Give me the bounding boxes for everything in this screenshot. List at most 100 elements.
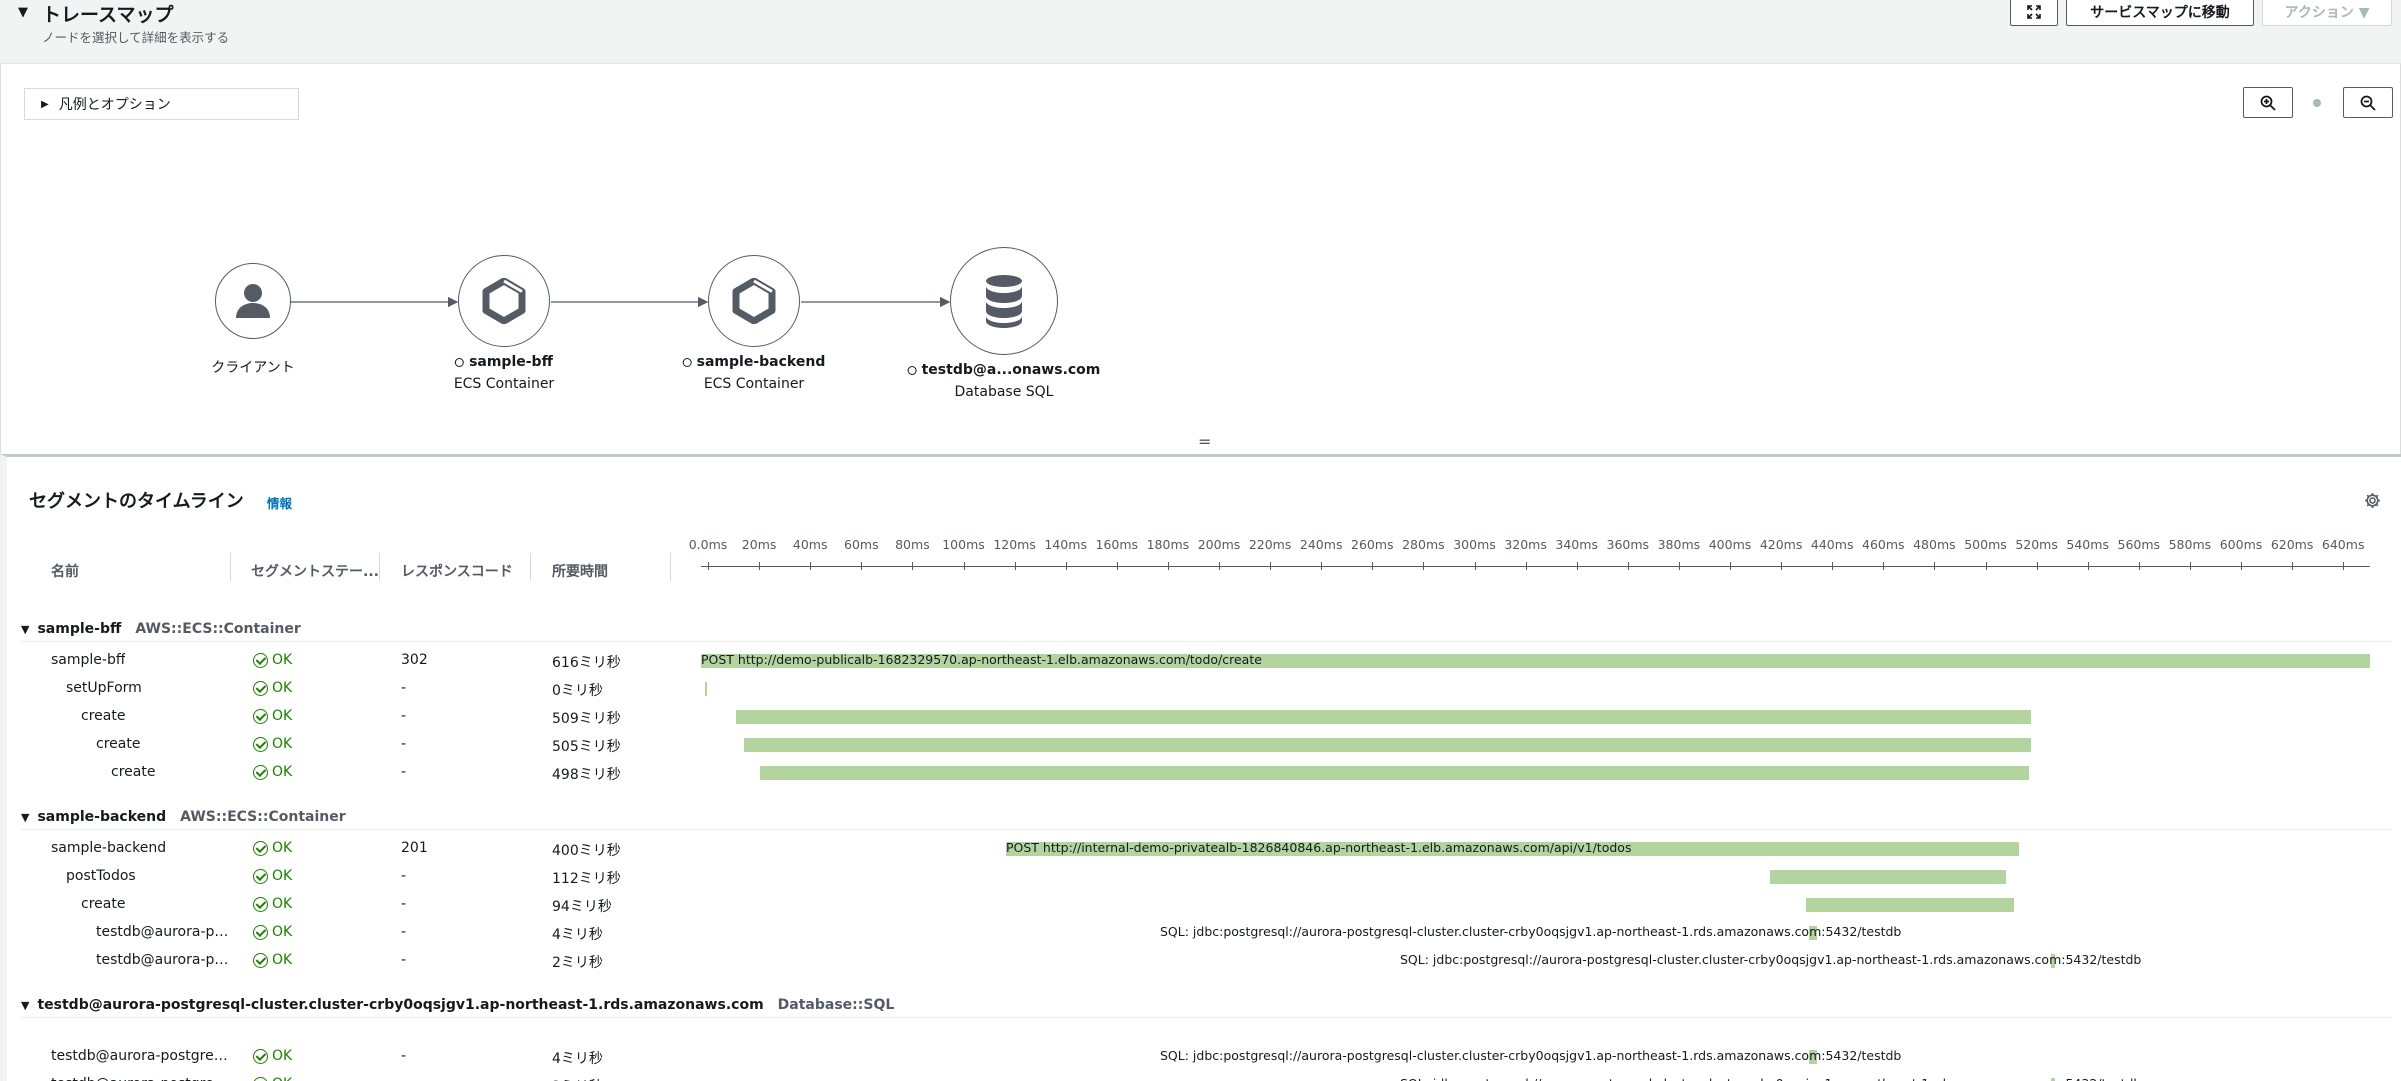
node-database-name: testdb@a...onaws.com [921,362,1101,378]
axis-tick-label: 520ms [2015,537,2058,552]
actions-dropdown[interactable]: アクション ▼ [2262,0,2392,26]
node-sample-bff[interactable] [458,255,550,347]
segment-duration: 2ミリ秒 [552,1076,603,1081]
axis-tick [1678,562,1680,570]
collapse-caret-icon[interactable]: ▼ [18,5,28,20]
segment-row[interactable]: create OK - 509ミリ秒 [7,704,2397,730]
column-duration[interactable]: 所要時間 [552,561,608,581]
axis-tick [2292,562,2294,570]
timeline-bar[interactable] [744,738,2031,752]
gear-icon[interactable] [2364,492,2381,509]
axis-tick [1372,562,1374,570]
check-circle-icon [253,736,268,752]
segment-status: OK [253,764,292,780]
axis-tick [1167,562,1169,570]
node-sample-backend-label: sample-backend ECS Container [682,354,825,392]
check-circle-icon [253,896,268,912]
segment-status: OK [253,840,292,856]
column-name[interactable]: 名前 [51,561,79,581]
segment-group-header[interactable]: ▼ sample-backend AWS::ECS::Container [21,807,346,827]
response-code: - [401,1048,407,1064]
axis-tick [1832,562,1834,570]
axis-tick [861,562,863,570]
axis-tick-label: 0.0ms [688,537,728,552]
status-text: OK [272,924,293,940]
response-code: - [401,764,407,780]
info-link[interactable]: 情報 [267,493,292,512]
node-database[interactable] [950,247,1058,355]
check-circle-icon [253,680,268,696]
segment-row[interactable]: testdb@aurora-po... OK - 2ミリ秒 SQL: jdbc:post… [7,948,2397,974]
node-database-type: Database SQL [954,384,1054,400]
segment-status: OK [253,736,292,752]
node-client[interactable] [215,263,291,339]
axis-tick [708,562,709,570]
axis-tick-label: 540ms [2066,537,2109,552]
segment-name: create [81,896,126,912]
fullscreen-button[interactable] [2010,0,2058,26]
timeline-bar[interactable] [736,710,2031,724]
collapse-caret-icon[interactable]: ▼ [21,811,29,824]
axis-tick-label: 420ms [1759,537,1803,552]
response-code: - [401,1076,406,1081]
axis-tick [759,562,761,570]
segment-row[interactable]: postTodos OK - 112ミリ秒 [7,864,2397,890]
segment-duration: 4ミリ秒 [552,1051,603,1067]
segment-row[interactable]: create OK - 498ミリ秒 [7,760,2397,786]
timeline-title: セグメントのタイムライン [29,491,244,512]
segment-row[interactable]: create OK - 94ミリ秒 [7,892,2397,918]
column-divider[interactable] [230,553,231,581]
segment-row[interactable]: sample-backend OK 201 400ミリ秒 POST http://int… [7,836,2397,862]
timeline-bar[interactable] [1806,898,2014,912]
column-divider[interactable] [530,553,531,581]
column-response-code[interactable]: レスポンスコード [401,561,513,581]
segment-name: sample-bff [51,652,126,668]
collapse-caret-icon[interactable]: ▼ [21,623,29,636]
axis-tick [1934,562,1936,570]
response-code: 201 [401,840,428,856]
column-divider[interactable] [670,553,671,581]
segment-row[interactable]: testdb@aurora-postgresq... OK - 4ミリ秒 SQL: jd… [7,1044,2397,1070]
axis-tick-label: 140ms [1044,537,1087,552]
axis-tick-label: 360ms [1606,537,1650,552]
column-divider[interactable] [379,553,380,581]
service-map-button[interactable]: サービスマップに移動 [2066,0,2254,26]
timeline-bar[interactable] [760,766,2029,780]
check-circle-icon [253,868,268,884]
status-text: OK [272,680,293,696]
check-circle-icon [253,764,268,780]
axis-tick [1219,562,1220,570]
column-status[interactable]: セグメントステー... [251,561,379,581]
segment-row[interactable]: testdb@aurora-po... OK - 4ミリ秒 SQL: jdbc:post… [7,920,2397,946]
segment-row[interactable]: setUpForm OK - 0ミリ秒 [7,676,2397,702]
response-code: - [401,868,407,884]
timeline-bar[interactable] [1770,870,2006,884]
segment-status: OK [253,1076,292,1081]
timeline-bar[interactable] [705,682,707,696]
status-text: OK [272,764,293,780]
segment-group-header[interactable]: ▼ sample-bff AWS::ECS::Container [21,619,301,639]
segment-status: OK [253,680,292,696]
page-subtitle: ノードを選択して詳細を表示する [42,30,230,45]
trace-map-header: ▼ トレースマップ ノードを選択して詳細を表示する サービスマップに移動 アクシ… [0,0,2401,64]
segment-row[interactable]: sample-bff OK 302 616ミリ秒 POST http://demo-pu… [7,648,2397,674]
segment-name: postTodos [66,868,136,884]
segment-row[interactable]: create OK - 505ミリ秒 [7,732,2397,758]
segment-status: OK [253,924,292,940]
axis-tick-label: 200ms [1197,537,1241,552]
segment-row[interactable]: testdb@aurora-postgresq... OK - 2ミリ秒 SQL: jd… [7,1072,2397,1081]
segment-status: OK [253,896,292,912]
axis-tick-label: 20ms [741,537,777,552]
axis-tick-label: 100ms [942,537,985,552]
axis-tick [1985,562,1987,570]
axis-tick-label: 320ms [1504,537,1547,552]
segment-group-header[interactable]: ▼ testdb@aurora-postgresql-cluster.cluste… [21,995,894,1015]
node-sample-backend[interactable] [708,255,800,347]
axis-tick-label: 80ms [895,537,930,552]
segment-duration: 2ミリ秒 [552,955,603,971]
bar-label: POST http://demo-publicalb-1682329570.ap… [701,652,1262,667]
resize-handle[interactable]: = [1198,432,1212,451]
trace-map: ▶ 凡例とオプション クライアント sample-bff ECS Contain… [0,64,2401,454]
segment-duration: 509ミリ秒 [552,711,621,727]
collapse-caret-icon[interactable]: ▼ [21,999,29,1012]
